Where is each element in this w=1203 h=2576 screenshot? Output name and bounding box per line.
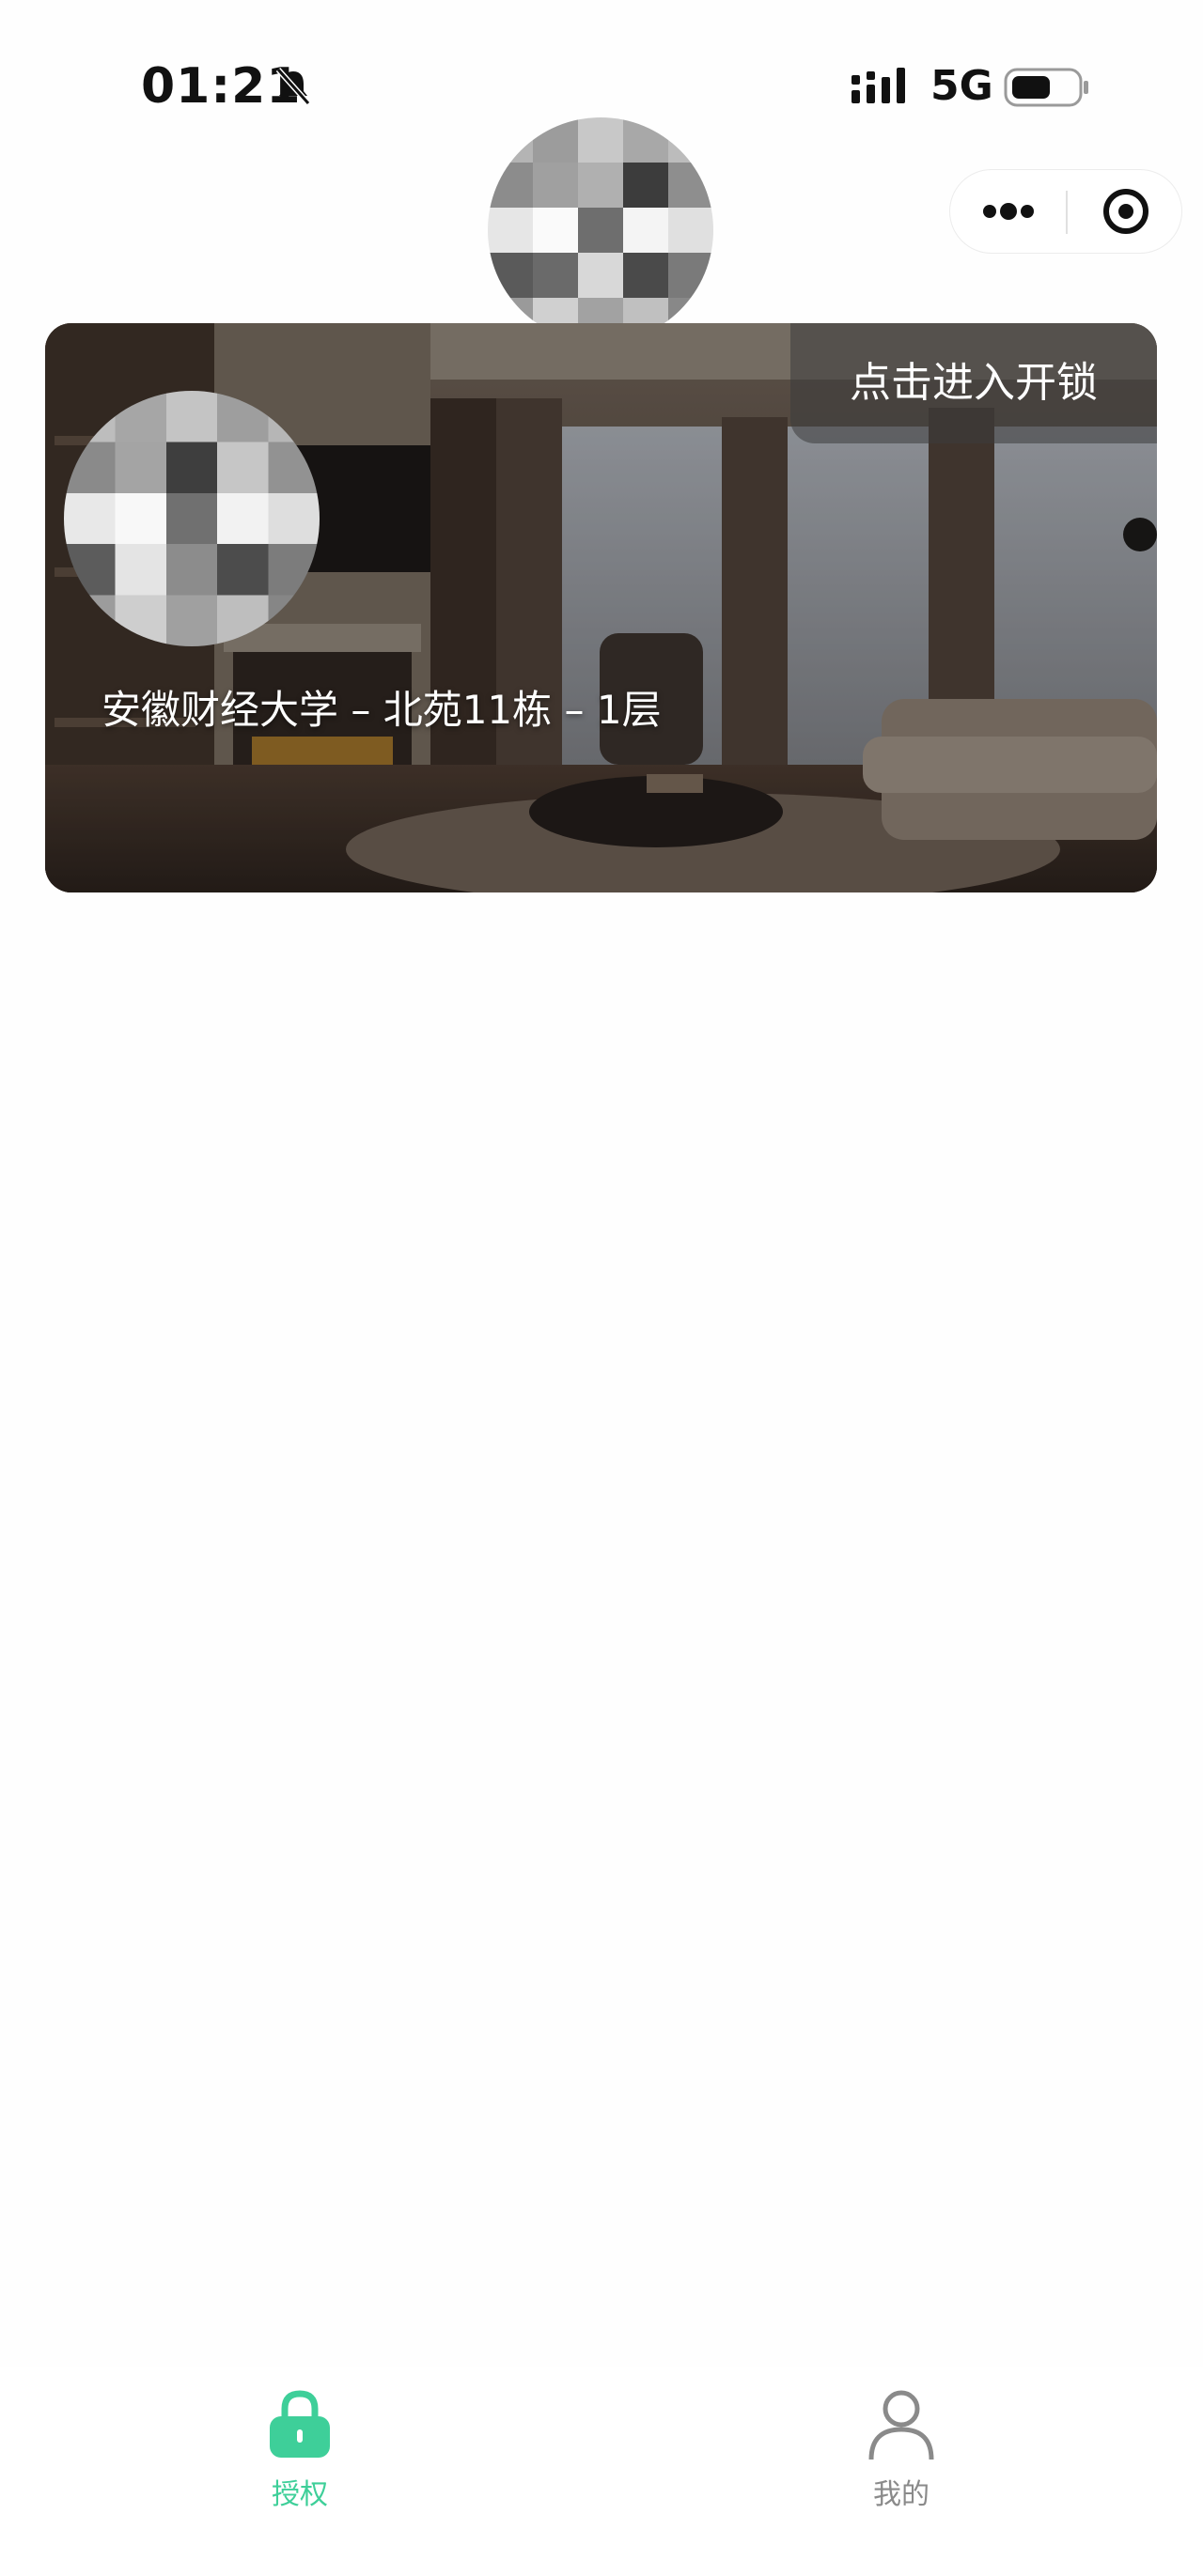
room-location: 安徽财经大学 – 北苑11栋 – 1层 [102, 687, 662, 733]
user-icon [868, 2390, 934, 2460]
app-screen: 01:21 5G 点击进入开锁 安徽财经大学 – 北苑11栋 – 1层 授权 我… [0, 0, 1203, 2576]
more-dots-icon[interactable] [950, 170, 1067, 253]
mute-bell-icon [275, 68, 311, 105]
signal-icon [851, 68, 905, 103]
tab-mine-label: 我的 [873, 2478, 930, 2511]
room-card[interactable]: 点击进入开锁 安徽财经大学 – 北苑11栋 – 1层 [45, 323, 1157, 892]
tab-mine[interactable]: 我的 [760, 2388, 1042, 2520]
tab-authorize-label: 授权 [272, 2478, 328, 2511]
tab-authorize[interactable]: 授权 [159, 2388, 441, 2520]
unlock-button[interactable]: 点击进入开锁 [790, 323, 1157, 443]
network-type: 5G [930, 62, 993, 110]
miniprogram-capsule [949, 169, 1182, 254]
avatar-card [64, 391, 320, 646]
lock-icon [270, 2390, 330, 2458]
close-target-icon[interactable] [1068, 170, 1182, 253]
avatar-top [488, 117, 713, 343]
tab-bar: 授权 我的 [0, 2367, 1203, 2576]
battery-icon [1004, 68, 1088, 107]
